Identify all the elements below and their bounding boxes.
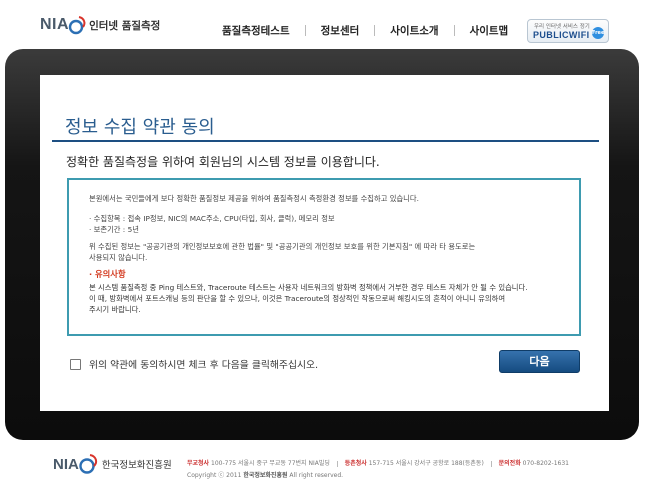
- footer-nia-text: NIA: [53, 455, 79, 473]
- footer-divider: [336, 460, 338, 467]
- next-button[interactable]: 다음: [499, 350, 580, 373]
- footer-divider: [490, 460, 492, 467]
- footer-org-name: 한국정보화진흥원: [101, 460, 172, 471]
- phone-label: 문의전화: [498, 460, 521, 467]
- copyright-suffix: All right reserved.: [289, 472, 344, 479]
- caution-line3: 주시기 바랍니다.: [89, 305, 141, 314]
- hq-label: 무교청사: [187, 460, 210, 467]
- footer-logo[interactable]: NIA 한국정보화진흥원: [53, 452, 172, 476]
- page-title: 정보 수집 약관 동의: [65, 117, 215, 138]
- copyright-prefix: Copyright ⓒ 2011: [187, 472, 242, 479]
- caution-line1: 본 시스템 품질측정 중 Ping 테스트와, Traceroute 테스트는 …: [89, 283, 528, 292]
- nav-info-center[interactable]: 정보센터: [321, 23, 360, 38]
- branch-address: 157-715 서울시 강서구 공항로 188(등촌동): [368, 460, 484, 467]
- nav-sitemap[interactable]: 사이트맵: [470, 23, 509, 38]
- title-divider: [52, 140, 599, 142]
- terms-law-line2: 사용되지 않습니다.: [89, 253, 148, 262]
- copyright-org: 한국정보화진흥원: [243, 472, 288, 479]
- branch-label: 등촌청사: [344, 460, 367, 467]
- caution-heading: · 유의사항: [89, 269, 126, 279]
- logo-subtitle: 인터넷 품질측정: [89, 19, 161, 32]
- nav-divider: [374, 25, 376, 36]
- site-logo[interactable]: NIA 인터넷 품질측정: [40, 14, 160, 36]
- agree-label: 위의 약관에 동의하시면 체크 후 다음을 클릭해주십시오.: [89, 360, 319, 371]
- terms-item-collected: · 수집항목 : 접속 IP정보, NIC의 MAC주소, CPU(타입, 회사…: [89, 214, 335, 223]
- terms-item-retention: · 보존기간 : 5년: [89, 225, 139, 234]
- terms-intro: 본원에서는 국민들에게 보다 정확한 품질정보 제공을 위하여 품질측정시 측정…: [89, 194, 419, 203]
- nav-divider: [304, 25, 306, 36]
- nav-divider: [453, 25, 455, 36]
- copyright-line: Copyright ⓒ 2011 한국정보화진흥원 All right rese…: [187, 470, 569, 482]
- logo-nia-text: NIA: [40, 16, 70, 33]
- terms-box[interactable]: 본원에서는 국민들에게 보다 정확한 품질정보 제공을 위하여 품질측정시 측정…: [67, 178, 581, 336]
- nav-quality-test[interactable]: 품질측정테스트: [222, 23, 290, 38]
- agree-row[interactable]: 위의 약관에 동의하시면 체크 후 다음을 클릭해주십시오.: [70, 357, 318, 371]
- caution-line2: 이 때, 방화벽에서 포트스캐닝 등의 판단을 할 수 있으나, 이것은 Tra…: [89, 294, 506, 303]
- main-nav: 품질측정테스트 정보센터 사이트소개 사이트맵: [222, 23, 508, 38]
- terms-law-line1: 위 수집된 정보는 "공공기관의 개인정보보호에 관한 법률" 및 "공공기관의…: [89, 242, 476, 251]
- logo-swirl-icon: [68, 16, 86, 35]
- free-badge: Free: [592, 27, 604, 39]
- page-subtitle: 정확한 품질측정을 위하여 회원님의 시스템 정보를 이용합니다.: [66, 155, 380, 169]
- phone-number: 070-8202-1631: [522, 460, 569, 467]
- header: NIA 인터넷 품질측정 품질측정테스트 정보센터 사이트소개 사이트맵 우리 …: [0, 0, 650, 50]
- footer-swirl-icon: [79, 454, 97, 474]
- public-wifi-label: PUBLICWIFI: [533, 30, 590, 40]
- public-wifi-banner[interactable]: 우리 인터넷 서비스 정기 PUBLICWIFI Free: [527, 19, 609, 43]
- agree-checkbox[interactable]: [70, 358, 81, 370]
- footer-info: 무교청사 100-775 서울시 중구 무교동 77번지 NIA빌딩 등촌청사 …: [187, 458, 569, 482]
- public-wifi-tagline: 우리 인터넷 서비스 정기: [534, 24, 590, 30]
- hq-address: 100-775 서울시 중구 무교동 77번지 NIA빌딩: [211, 460, 330, 467]
- footer-address-line: 무교청사 100-775 서울시 중구 무교동 77번지 NIA빌딩 등촌청사 …: [187, 458, 569, 470]
- nav-site-intro[interactable]: 사이트소개: [390, 23, 438, 38]
